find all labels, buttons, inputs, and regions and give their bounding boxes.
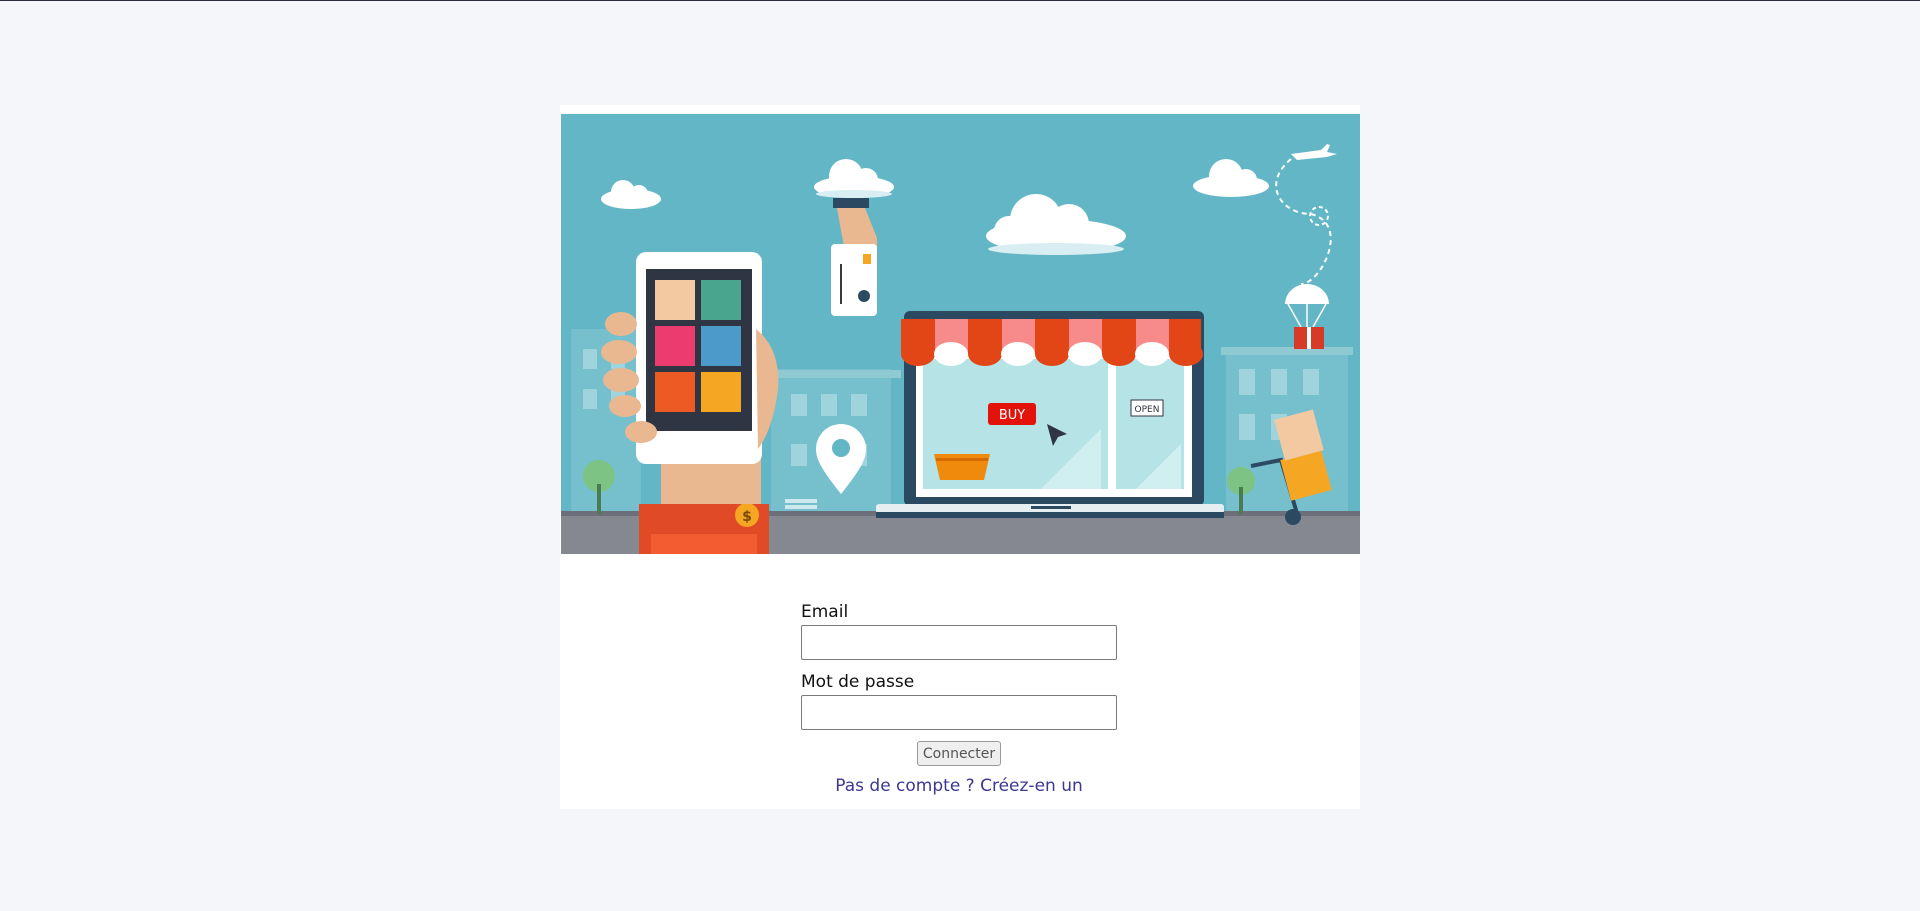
shopping-illustration: $ BUY OPEN [561,114,1360,554]
password-field[interactable] [801,695,1117,730]
buy-sign: BUY [999,408,1025,423]
login-form: Email Mot de passe Connecter Pas de comp… [801,602,1117,796]
email-label: Email [801,602,849,622]
coin-dollar-icon: $ [742,509,752,525]
login-card: $ BUY OPEN Email Mot de passe Connecter … [560,105,1360,809]
submit-row: Connecter [801,741,1117,766]
password-label: Mot de passe [801,672,915,692]
signup-link[interactable]: Pas de compte ? Créez-en un [801,776,1117,796]
login-button[interactable]: Connecter [916,741,1002,766]
open-sign: OPEN [1135,405,1160,415]
email-field[interactable] [801,625,1117,660]
